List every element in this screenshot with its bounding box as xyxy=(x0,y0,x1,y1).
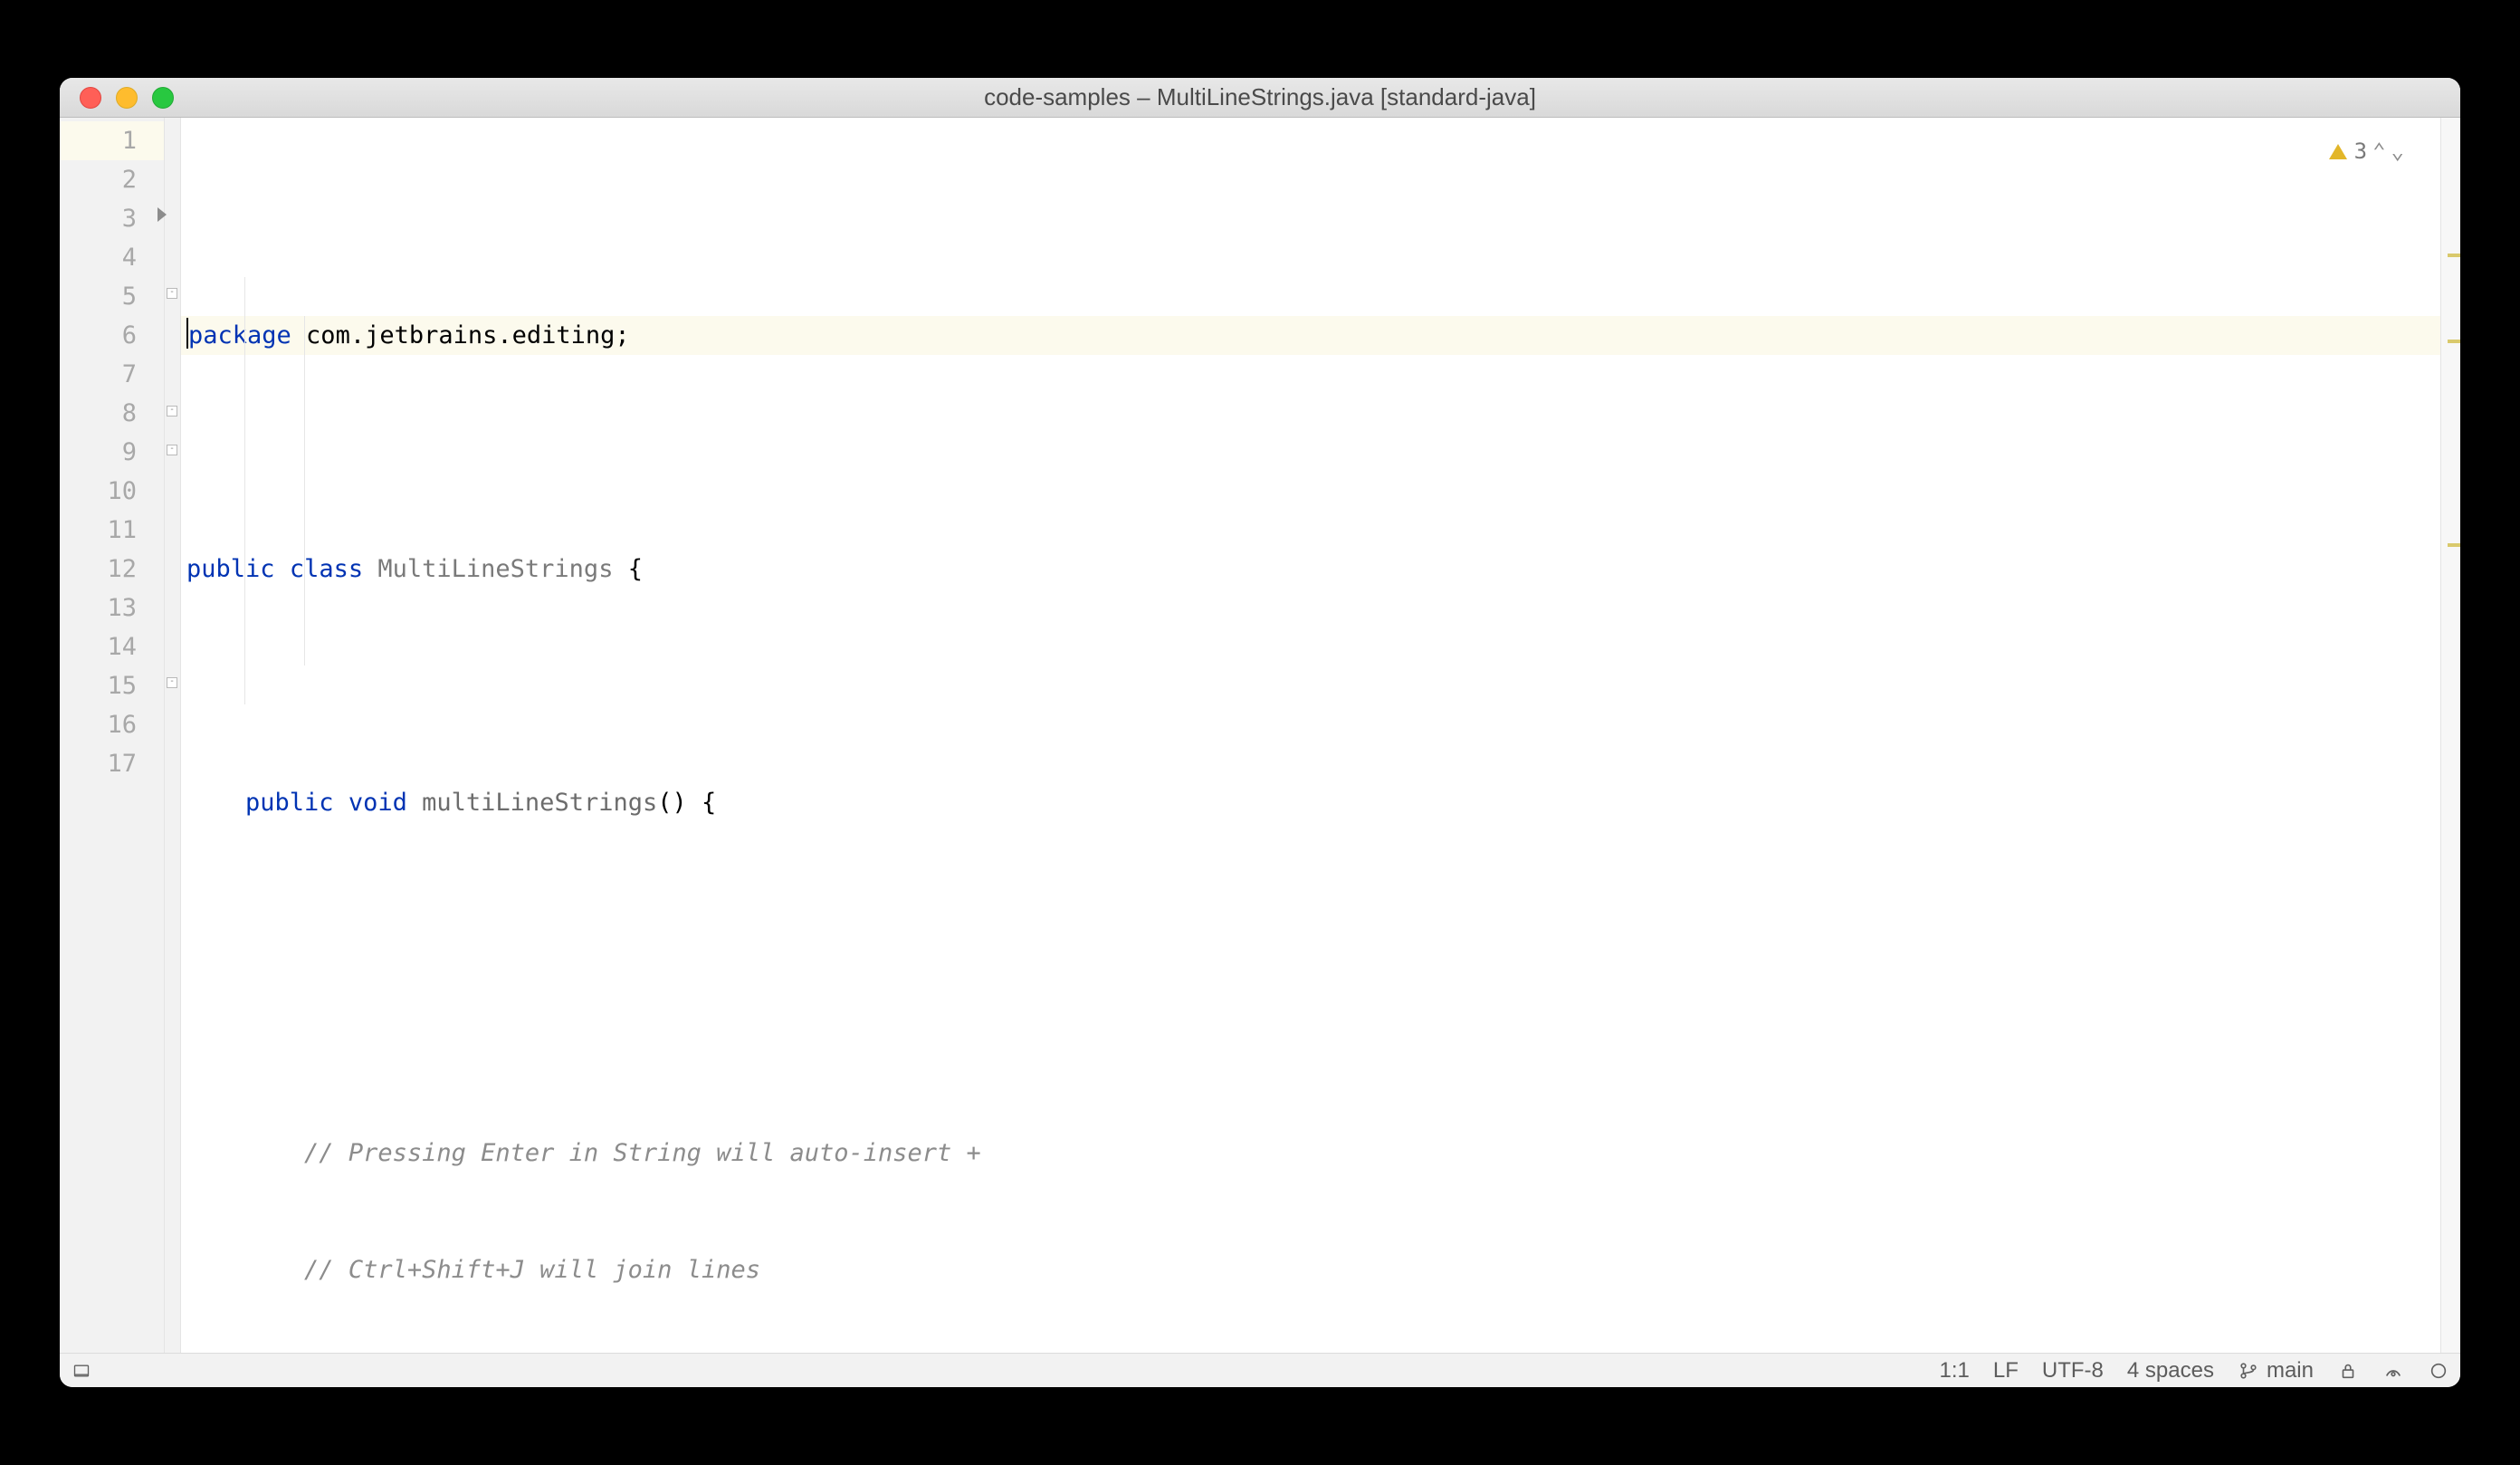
line-number[interactable]: 6 xyxy=(60,316,164,355)
code-line[interactable]: public void multiLineStrings() { xyxy=(181,783,2440,822)
error-stripe[interactable] xyxy=(2440,118,2460,1353)
code-line[interactable]: // Ctrl+Shift+J will join lines xyxy=(181,1250,2440,1289)
keyword: public xyxy=(245,789,334,817)
caret-position[interactable]: 1:1 xyxy=(1940,1358,1970,1384)
warning-count: 3 xyxy=(2354,132,2367,171)
punct: { xyxy=(687,789,717,817)
inspections-widget[interactable]: 3 ⌃ ⌄ xyxy=(2324,130,2410,173)
chevron-down-icon[interactable]: ⌄ xyxy=(2391,132,2404,171)
lock-icon[interactable] xyxy=(2337,1360,2359,1382)
keyword: package xyxy=(188,321,291,349)
warning-stripe-mark[interactable] xyxy=(2448,254,2460,257)
line-number[interactable]: 8 xyxy=(60,394,164,433)
code-line[interactable] xyxy=(181,666,2440,705)
line-number[interactable]: 7 xyxy=(60,355,164,394)
window-controls xyxy=(60,87,174,109)
line-separator[interactable]: LF xyxy=(1993,1358,2019,1384)
fold-toggle-icon[interactable]: - xyxy=(167,288,177,299)
editor-area: 1 2 3 4 5 6 7 8 9 10 11 12 13 14 15 16 1… xyxy=(60,118,2460,1353)
line-number-gutter[interactable]: 1 2 3 4 5 6 7 8 9 10 11 12 13 14 15 16 1… xyxy=(60,118,165,1353)
git-branch[interactable]: main xyxy=(2238,1358,2314,1384)
code-line[interactable] xyxy=(181,1017,2440,1056)
line-number[interactable]: 3 xyxy=(60,199,164,238)
line-number[interactable]: 17 xyxy=(60,744,164,783)
fold-toggle-icon[interactable]: - xyxy=(167,406,177,417)
code-line[interactable]: package com.jetbrains.editing; xyxy=(181,316,2440,355)
warning-stripe-mark[interactable] xyxy=(2448,543,2460,547)
line-number[interactable]: 9 xyxy=(60,433,164,472)
class-name: MultiLineStrings xyxy=(377,555,613,583)
window-title: code-samples – MultiLineStrings.java [st… xyxy=(60,83,2460,111)
fold-toggle-icon[interactable]: - xyxy=(167,677,177,688)
method-name: multiLineStrings xyxy=(422,789,657,817)
code-line[interactable]: public class MultiLineStrings { xyxy=(181,550,2440,589)
titlebar[interactable]: code-samples – MultiLineStrings.java [st… xyxy=(60,78,2460,118)
indent-setting[interactable]: 4 spaces xyxy=(2127,1358,2214,1384)
ide-window: code-samples – MultiLineStrings.java [st… xyxy=(60,78,2460,1387)
punct: ; xyxy=(615,321,629,349)
line-number[interactable]: 4 xyxy=(60,238,164,277)
code-line[interactable] xyxy=(181,433,2440,472)
line-number[interactable]: 14 xyxy=(60,627,164,666)
code-line[interactable] xyxy=(181,900,2440,939)
goto-icon[interactable] xyxy=(2428,1360,2449,1382)
punct: () xyxy=(657,789,687,817)
tool-windows-toggle-icon[interactable] xyxy=(71,1360,92,1382)
warning-icon xyxy=(2329,144,2347,159)
fold-toggle-icon[interactable]: - xyxy=(167,445,177,455)
line-number[interactable]: 11 xyxy=(60,511,164,550)
keyword: public xyxy=(186,555,275,583)
comment: // Pressing Enter in String will auto-in… xyxy=(304,1139,981,1167)
fold-gutter[interactable]: - - - - xyxy=(165,118,181,1353)
indent-guide xyxy=(304,316,305,665)
line-number[interactable]: 12 xyxy=(60,550,164,589)
statusbar: 1:1 LF UTF-8 4 spaces main xyxy=(60,1353,2460,1387)
chevron-up-icon[interactable]: ⌃ xyxy=(2372,132,2385,171)
line-number[interactable]: 5 xyxy=(60,277,164,316)
line-number[interactable]: 10 xyxy=(60,472,164,511)
comment: // Ctrl+Shift+J will join lines xyxy=(304,1256,760,1284)
keyword: void xyxy=(348,789,407,817)
package-path: com.jetbrains.editing xyxy=(291,321,616,349)
code-editor[interactable]: package com.jetbrains.editing; public cl… xyxy=(181,118,2440,1353)
keyword: class xyxy=(290,555,363,583)
line-number[interactable]: 1 xyxy=(60,121,164,160)
code-line[interactable]: // Pressing Enter in String will auto-in… xyxy=(181,1134,2440,1173)
line-number[interactable]: 15 xyxy=(60,666,164,705)
line-number[interactable]: 2 xyxy=(60,160,164,199)
zoom-window-button[interactable] xyxy=(152,87,174,109)
ide-settings-icon[interactable] xyxy=(2382,1360,2404,1382)
close-window-button[interactable] xyxy=(80,87,101,109)
warning-stripe-mark[interactable] xyxy=(2448,340,2460,343)
run-marker-icon[interactable] xyxy=(158,207,167,222)
indent-guide xyxy=(244,277,245,704)
branch-icon xyxy=(2238,1360,2259,1382)
line-number[interactable]: 16 xyxy=(60,705,164,744)
line-number[interactable]: 13 xyxy=(60,589,164,627)
branch-name: main xyxy=(2267,1358,2314,1384)
file-encoding[interactable]: UTF-8 xyxy=(2042,1358,2104,1384)
minimize-window-button[interactable] xyxy=(116,87,138,109)
punct: { xyxy=(613,555,643,583)
